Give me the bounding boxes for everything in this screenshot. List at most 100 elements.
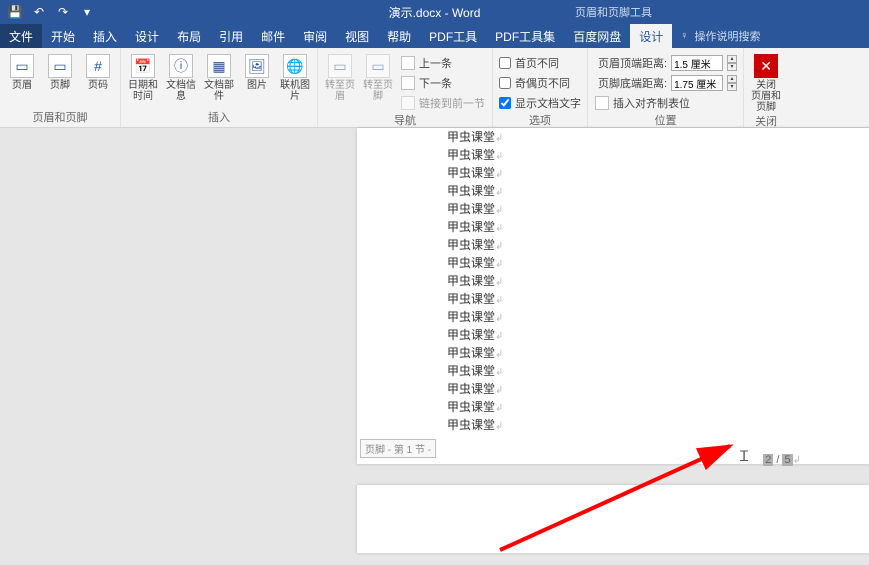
close-icon: ✕ <box>754 54 778 78</box>
body-line[interactable]: 甲虫课堂↲ <box>447 254 779 272</box>
link-previous-button[interactable]: 链接到前一节 <box>398 94 488 112</box>
body-line[interactable]: 甲虫课堂↲ <box>447 398 779 416</box>
ribbon-group-options: 首页不同 奇偶页不同 显示文档文字 选项 <box>493 48 588 127</box>
tab-design[interactable]: 设计 <box>126 24 168 48</box>
goto-header-button[interactable]: ▭转至页眉 <box>322 50 358 102</box>
tab-help[interactable]: 帮助 <box>378 24 420 48</box>
ribbon-group-close: ✕关闭 页眉和页脚 关闭 <box>744 48 788 127</box>
body-line[interactable]: 甲虫课堂↲ <box>447 272 779 290</box>
lightbulb-icon: ♀ <box>680 30 688 42</box>
odd-even-different-checkbox[interactable]: 奇偶页不同 <box>497 74 583 92</box>
goto-footer-icon: ▭ <box>366 54 390 78</box>
paragraph-mark-icon: ↲ <box>495 295 503 306</box>
tab-view[interactable]: 视图 <box>336 24 378 48</box>
tell-me-search[interactable]: ♀ 操作说明搜索 <box>672 28 760 44</box>
date-time-button[interactable]: 📅日期和时间 <box>125 50 161 102</box>
paragraph-mark-icon: ↲ <box>495 277 503 288</box>
body-line[interactable]: 甲虫课堂↲ <box>447 362 779 380</box>
total-pages-number: 5 <box>782 454 792 466</box>
tab-pdf-toolset[interactable]: PDF工具集 <box>486 24 564 48</box>
tab-baidu-netdisk[interactable]: 百度网盘 <box>564 24 630 48</box>
spin-up-icon[interactable]: ▴ <box>727 75 737 83</box>
text-cursor-icon: Ꮖ <box>740 450 749 466</box>
doc-info-button[interactable]: ⓘ文档信息 <box>163 50 199 102</box>
title-bar: 💾 ↶ ↷ ▾ 演示.docx - Word 页眉和页脚工具 <box>0 0 869 24</box>
page-2[interactable] <box>357 485 869 553</box>
spin-down-icon[interactable]: ▾ <box>727 83 737 91</box>
body-line[interactable]: 甲虫课堂↲ <box>447 344 779 362</box>
para-mark: ↲ <box>793 455 801 466</box>
qat-dropdown-icon[interactable]: ▾ <box>80 5 94 19</box>
page-number-button[interactable]: #页码 <box>80 50 116 91</box>
insert-alignment-tab-button[interactable]: 插入对齐制表位 <box>592 94 739 112</box>
footer-distance-input[interactable] <box>671 75 723 91</box>
paragraph-mark-icon: ↲ <box>495 331 503 342</box>
paragraph-mark-icon: ↲ <box>495 151 503 162</box>
body-line[interactable]: 甲虫课堂↲ <box>447 128 779 146</box>
paragraph-mark-icon: ↲ <box>495 349 503 360</box>
body-line[interactable]: 甲虫课堂↲ <box>447 146 779 164</box>
paragraph-mark-icon: ↲ <box>495 367 503 378</box>
ribbon-tabs: 文件 开始 插入 设计 布局 引用 邮件 审阅 视图 帮助 PDF工具 PDF工… <box>0 24 869 48</box>
header-distance-input[interactable] <box>671 55 723 71</box>
body-line[interactable]: 甲虫课堂↲ <box>447 416 779 434</box>
tab-icon <box>595 96 609 110</box>
ribbon: ▭页眉 ▭页脚 #页码 页眉和页脚 📅日期和时间 ⓘ文档信息 ▦文档部件 🖼图片… <box>0 48 869 128</box>
undo-icon[interactable]: ↶ <box>32 5 46 19</box>
tab-hf-design[interactable]: 设计 <box>630 24 672 48</box>
tab-review[interactable]: 审阅 <box>294 24 336 48</box>
footer-icon: ▭ <box>48 54 72 78</box>
first-page-different-checkbox[interactable]: 首页不同 <box>497 54 583 72</box>
body-line[interactable]: 甲虫课堂↲ <box>447 380 779 398</box>
online-picture-button[interactable]: 🌐联机图片 <box>277 50 313 102</box>
paragraph-mark-icon: ↲ <box>495 133 503 144</box>
tab-file[interactable]: 文件 <box>0 24 42 48</box>
next-icon <box>401 76 415 90</box>
page-body: 甲虫课堂↲甲虫课堂↲甲虫课堂↲甲虫课堂↲甲虫课堂↲甲虫课堂↲甲虫课堂↲甲虫课堂↲… <box>357 128 869 442</box>
tab-insert[interactable]: 插入 <box>84 24 126 48</box>
save-icon[interactable]: 💾 <box>8 5 22 19</box>
footer-distance-field[interactable]: 页脚底端距离: ▴▾ <box>592 74 739 92</box>
tab-mailings[interactable]: 邮件 <box>252 24 294 48</box>
quick-access-toolbar: 💾 ↶ ↷ ▾ <box>0 5 94 19</box>
show-document-text-checkbox[interactable]: 显示文档文字 <box>497 94 583 112</box>
previous-button[interactable]: 上一条 <box>398 54 488 72</box>
body-line[interactable]: 甲虫课堂↲ <box>447 236 779 254</box>
body-line[interactable]: 甲虫课堂↲ <box>447 218 779 236</box>
body-line[interactable]: 甲虫课堂↲ <box>447 200 779 218</box>
header-button[interactable]: ▭页眉 <box>4 50 40 91</box>
body-line[interactable]: 甲虫课堂↲ <box>447 182 779 200</box>
document-workspace: 甲虫课堂↲甲虫课堂↲甲虫课堂↲甲虫课堂↲甲虫课堂↲甲虫课堂↲甲虫课堂↲甲虫课堂↲… <box>0 128 869 553</box>
goto-header-icon: ▭ <box>328 54 352 78</box>
docinfo-icon: ⓘ <box>169 54 193 78</box>
picture-button[interactable]: 🖼图片 <box>239 50 275 91</box>
paragraph-mark-icon: ↲ <box>495 169 503 180</box>
spin-up-icon[interactable]: ▴ <box>727 55 737 63</box>
next-button[interactable]: 下一条 <box>398 74 488 92</box>
spin-down-icon[interactable]: ▾ <box>727 63 737 71</box>
tab-home[interactable]: 开始 <box>42 24 84 48</box>
header-icon: ▭ <box>10 54 34 78</box>
page-1[interactable]: 甲虫课堂↲甲虫课堂↲甲虫课堂↲甲虫课堂↲甲虫课堂↲甲虫课堂↲甲虫课堂↲甲虫课堂↲… <box>357 128 869 464</box>
body-line[interactable]: 甲虫课堂↲ <box>447 290 779 308</box>
tab-layout[interactable]: 布局 <box>168 24 210 48</box>
body-line[interactable]: 甲虫课堂↲ <box>447 326 779 344</box>
group-label-insert: 插入 <box>125 109 313 127</box>
tab-references[interactable]: 引用 <box>210 24 252 48</box>
tab-pdf-tool[interactable]: PDF工具 <box>420 24 486 48</box>
footer-button[interactable]: ▭页脚 <box>42 50 78 91</box>
goto-footer-button[interactable]: ▭转至页脚 <box>360 50 396 102</box>
picture-icon: 🖼 <box>245 54 269 78</box>
page-area: 甲虫课堂↲甲虫课堂↲甲虫课堂↲甲虫课堂↲甲虫课堂↲甲虫课堂↲甲虫课堂↲甲虫课堂↲… <box>357 128 869 553</box>
quick-parts-button[interactable]: ▦文档部件 <box>201 50 237 102</box>
header-distance-field[interactable]: 页眉顶端距离: ▴▾ <box>592 54 739 72</box>
paragraph-mark-icon: ↲ <box>495 313 503 324</box>
page-number-indicator[interactable]: 2 / 5↲ <box>763 454 801 466</box>
redo-icon[interactable]: ↷ <box>56 5 70 19</box>
paragraph-mark-icon: ↲ <box>495 223 503 234</box>
body-line[interactable]: 甲虫课堂↲ <box>447 308 779 326</box>
calendar-icon: 📅 <box>131 54 155 78</box>
paragraph-mark-icon: ↲ <box>495 205 503 216</box>
body-line[interactable]: 甲虫课堂↲ <box>447 164 779 182</box>
close-header-footer-button[interactable]: ✕关闭 页眉和页脚 <box>748 50 784 113</box>
